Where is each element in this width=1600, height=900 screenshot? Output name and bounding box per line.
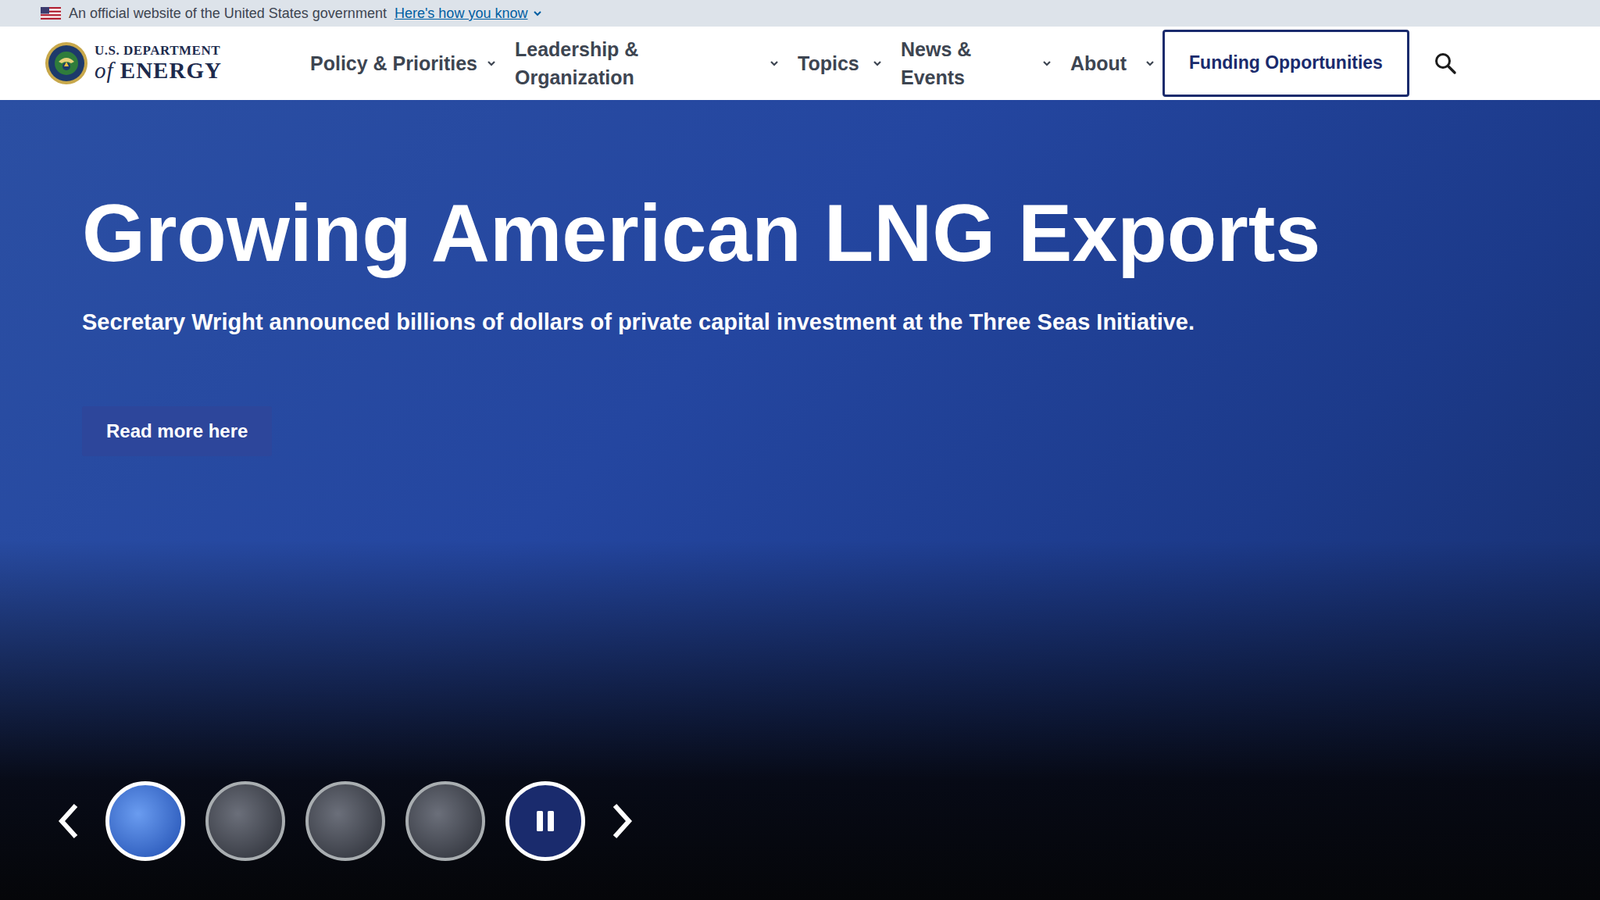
chevron-down-icon[interactable] <box>871 57 884 70</box>
hero-subtitle: Secretary Wright announced billions of d… <box>82 307 1195 338</box>
nav-label[interactable]: Leadership & Organization <box>514 35 762 93</box>
nav-label[interactable]: News & Events <box>900 35 1035 93</box>
nav-item[interactable]: Policy & Priorities <box>310 49 498 78</box>
next-arrow-icon[interactable] <box>605 800 637 842</box>
nav-label[interactable]: Policy & Priorities <box>310 49 478 78</box>
logo-text: U.S. DEPARTMENTof ENERGY <box>94 43 222 83</box>
chevron-down-icon[interactable] <box>1143 57 1157 70</box>
nav-item[interactable]: News & Events <box>900 35 1054 93</box>
nav-item[interactable]: Topics <box>797 49 884 78</box>
hero-title: Growing American LNG Exports <box>82 187 1321 279</box>
nav-item[interactable]: About <box>1070 49 1157 78</box>
main-nav: Policy & Priorities Leadership & Organiza… <box>310 35 1157 93</box>
search-icon[interactable] <box>1432 50 1458 76</box>
how-you-know-link[interactable]: Here's how you know <box>394 5 529 22</box>
previous-arrow-icon[interactable] <box>53 800 86 842</box>
slide-thumbnail[interactable] <box>305 781 386 861</box>
read-more-button[interactable]: Read more here <box>82 406 272 457</box>
slide-thumbnail[interactable] <box>405 781 486 861</box>
pause-button[interactable] <box>505 781 586 861</box>
chevron-down-icon[interactable] <box>1040 57 1054 70</box>
doe-logo[interactable]: U.S. DEPARTMENTof ENERGY <box>44 41 311 86</box>
chevron-down-icon[interactable] <box>485 57 498 70</box>
chevron-down-icon[interactable] <box>532 7 543 19</box>
gov-banner: An official website of the United States… <box>0 0 1600 27</box>
slide-thumbnail[interactable] <box>205 781 286 861</box>
nav-label[interactable]: About <box>1070 49 1127 78</box>
logo-line2: of ENERGY <box>94 58 222 83</box>
slide-thumbnail[interactable] <box>105 781 186 861</box>
funding-opportunities-button[interactable]: Funding Opportunities <box>1162 29 1410 97</box>
hero-carousel: Growing American LNG Exports Secretary Wr… <box>0 100 1600 900</box>
gov-banner-text: An official website of the United States… <box>68 5 387 22</box>
page: An official website of the United States… <box>0 0 1600 900</box>
nav-label[interactable]: Topics <box>797 49 860 78</box>
doe-seal-icon <box>44 41 89 86</box>
chevron-down-icon[interactable] <box>767 57 781 70</box>
nav-item[interactable]: Leadership & Organization <box>514 35 781 93</box>
pause-icon[interactable] <box>531 807 560 836</box>
site-header: U.S. DEPARTMENTof ENERGY Policy & Priorit… <box>0 26 1600 100</box>
us-flag-icon <box>40 7 61 20</box>
logo-line1: U.S. DEPARTMENT <box>94 43 222 59</box>
carousel-controls <box>53 781 637 861</box>
